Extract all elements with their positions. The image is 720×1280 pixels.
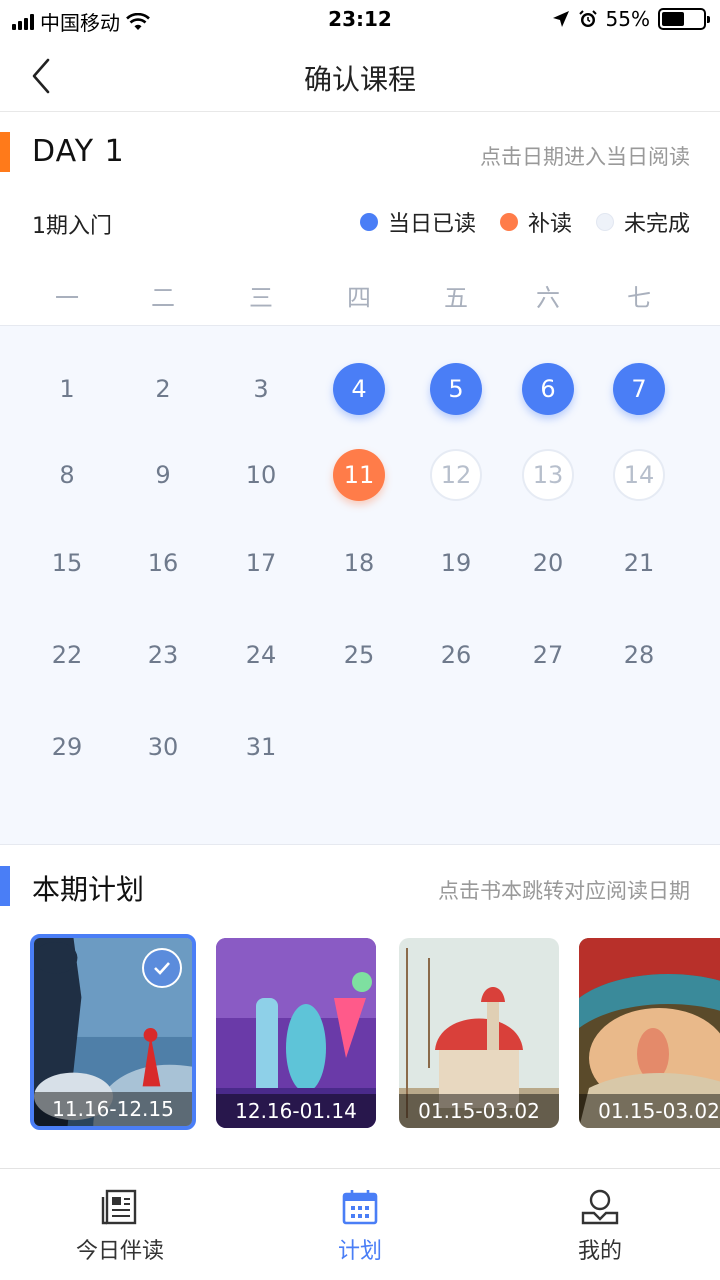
book-date: 01.15-03.02: [579, 1094, 720, 1128]
calendar-day[interactable]: 7: [613, 363, 665, 415]
day-accent-bar: [0, 132, 10, 172]
calendar-day[interactable]: 6: [522, 363, 574, 415]
tab-mine-label: 我的: [577, 1239, 622, 1264]
tab-today[interactable]: 今日伴读: [40, 1187, 200, 1265]
calendar-day[interactable]: 14: [613, 449, 665, 501]
plan-accent-bar: [0, 866, 10, 906]
legend-dot-makeup: [499, 213, 518, 231]
calendar-day[interactable]: 22: [41, 629, 93, 681]
calendar-grid: 1 2 3 4 5 6 7 8 9 10 11 12 13 14 15 16 17 18 19 20 21 22 23 24 2…: [0, 325, 720, 845]
weekday-label: 二: [151, 284, 175, 312]
calendar-day[interactable]: 21: [613, 537, 665, 589]
battery-percent: 55%: [605, 7, 650, 31]
battery-icon: [658, 8, 710, 30]
period-label: 1期入门: [32, 214, 112, 239]
calendar-day[interactable]: 25: [333, 629, 385, 681]
nav-bar: 确认课程: [0, 40, 720, 112]
status-right: 55%: [552, 7, 710, 31]
book-carousel: 11.16-12.15 12.16-01.14 01.15-03.02 01.1…: [0, 934, 720, 1134]
calendar-day[interactable]: 9: [137, 449, 189, 501]
calendar-day[interactable]: 3: [235, 363, 287, 415]
tab-bar: 今日伴读 计划 我的: [0, 1168, 720, 1280]
book-card[interactable]: 11.16-12.15: [30, 934, 196, 1130]
book-card[interactable]: 12.16-01.14: [216, 938, 376, 1128]
calendar-day[interactable]: 23: [137, 629, 189, 681]
calendar-day[interactable]: 15: [41, 537, 93, 589]
legend-read: 当日已读: [359, 206, 476, 238]
weekday-label: 五: [444, 284, 468, 312]
alarm-icon: [578, 10, 597, 27]
legend-label-read: 当日已读: [387, 212, 476, 237]
tab-plan-label: 计划: [337, 1239, 382, 1264]
plan-label: 本期计划: [32, 873, 145, 906]
legend-label-incomplete: 未完成: [623, 212, 690, 237]
weekday-label: 六: [536, 284, 560, 312]
calendar-day[interactable]: 8: [41, 449, 93, 501]
legend-incomplete: 未完成: [595, 206, 690, 238]
calendar-day[interactable]: 2: [137, 363, 189, 415]
plan-hint: 点击书本跳转对应阅读日期: [438, 879, 690, 903]
book-date: 11.16-12.15: [34, 1092, 192, 1126]
tab-plan[interactable]: 计划: [280, 1187, 440, 1265]
legend-dot-read: [359, 213, 378, 231]
calendar-day[interactable]: 27: [522, 629, 574, 681]
legend: 当日已读 补读 未完成: [359, 206, 690, 238]
plan-header: 本期计划 点击书本跳转对应阅读日期: [0, 846, 720, 926]
day-label: DAY 1: [32, 134, 125, 169]
status-bar: 中国移动 23:12 55%: [0, 0, 720, 40]
check-icon: [142, 948, 182, 988]
calendar-icon: [342, 1190, 378, 1225]
calendar-day[interactable]: 19: [430, 537, 482, 589]
calendar-day[interactable]: 17: [235, 537, 287, 589]
weekday-header: 一二三四五六七: [0, 262, 720, 324]
book-date: 12.16-01.14: [216, 1094, 376, 1128]
weekday-label: 三: [249, 284, 273, 312]
day-header: DAY 1 点击日期进入当日阅读: [0, 112, 720, 192]
newspaper-icon: [101, 1189, 137, 1225]
book-date: 01.15-03.02: [399, 1094, 559, 1128]
tab-mine[interactable]: 我的: [520, 1187, 680, 1265]
calendar-day[interactable]: 16: [137, 537, 189, 589]
calendar-day[interactable]: 11: [333, 449, 385, 501]
weekday-label: 四: [347, 284, 371, 312]
book-card[interactable]: 01.15-03.02: [579, 938, 720, 1128]
calendar-day[interactable]: 26: [430, 629, 482, 681]
calendar-day[interactable]: 12: [430, 449, 482, 501]
legend-makeup: 补读: [499, 206, 572, 238]
legend-dot-incomplete: [595, 213, 614, 231]
tab-today-label: 今日伴读: [75, 1239, 164, 1264]
page-title: 确认课程: [303, 63, 416, 96]
legend-label-makeup: 补读: [527, 212, 572, 237]
book-card[interactable]: 01.15-03.02: [399, 938, 559, 1128]
calendar-day[interactable]: 5: [430, 363, 482, 415]
calendar-day[interactable]: 10: [235, 449, 287, 501]
calendar-day[interactable]: 20: [522, 537, 574, 589]
day-hint: 点击日期进入当日阅读: [480, 145, 690, 169]
legend-row: 1期入门 当日已读 补读 未完成: [0, 200, 720, 244]
weekday-label: 七: [627, 284, 651, 312]
calendar-day[interactable]: 1: [41, 363, 93, 415]
calendar-day[interactable]: 30: [137, 721, 189, 773]
calendar-day[interactable]: 24: [235, 629, 287, 681]
location-arrow-icon: [552, 11, 569, 27]
calendar-day[interactable]: 18: [333, 537, 385, 589]
calendar-day[interactable]: 13: [522, 449, 574, 501]
calendar-day[interactable]: 31: [235, 721, 287, 773]
weekday-label: 一: [55, 284, 79, 312]
profile-icon: [581, 1189, 619, 1225]
calendar-day[interactable]: 29: [41, 721, 93, 773]
calendar-day[interactable]: 28: [613, 629, 665, 681]
calendar-day[interactable]: 4: [333, 363, 385, 415]
